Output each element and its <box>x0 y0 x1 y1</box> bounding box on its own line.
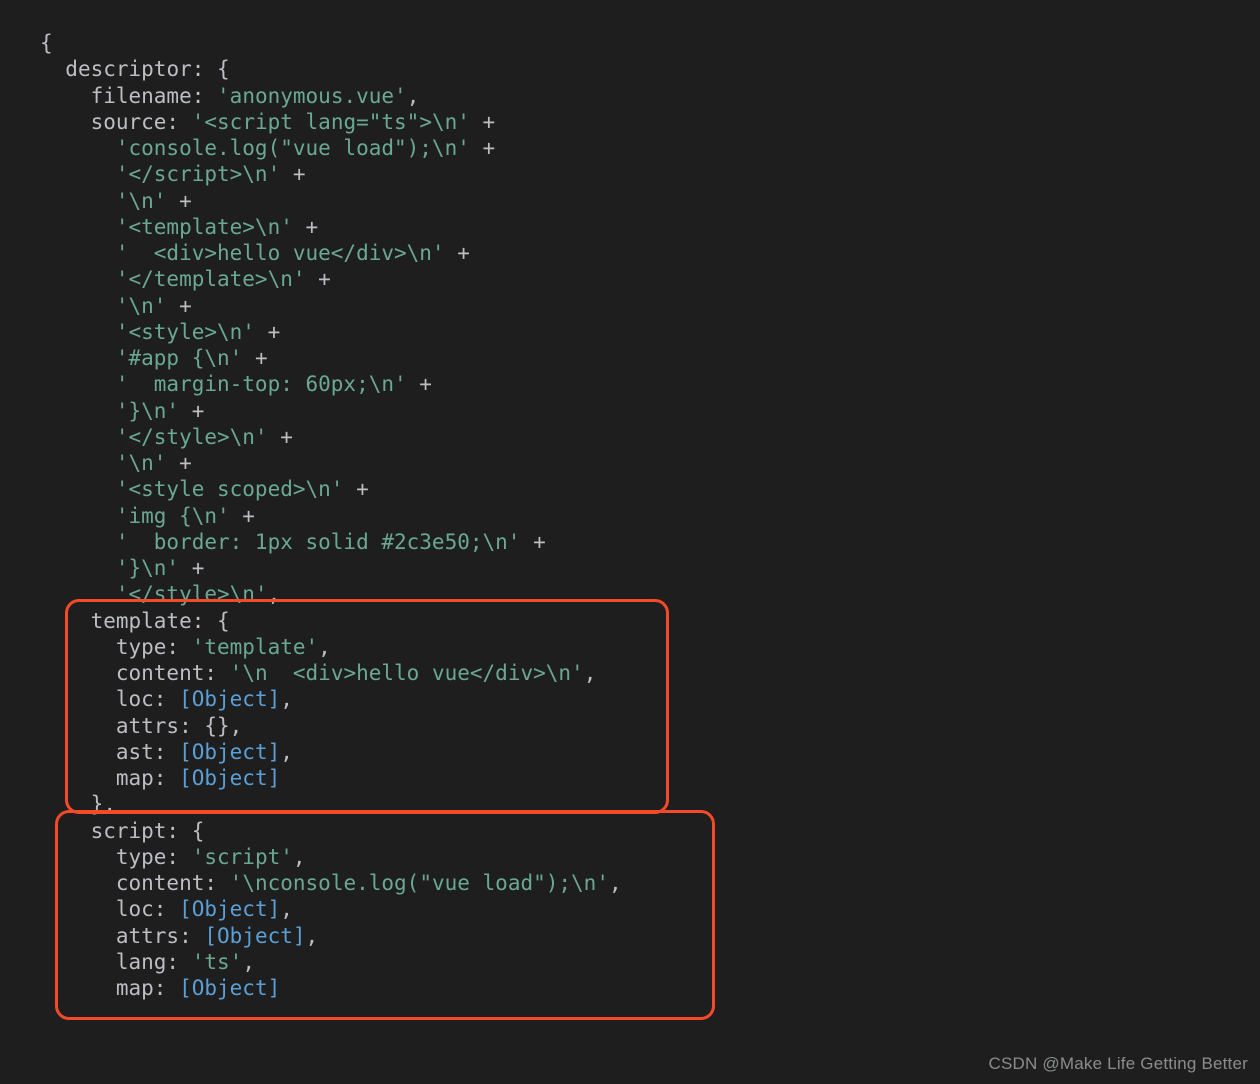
comma: , <box>280 897 293 921</box>
comma: , <box>584 661 597 685</box>
filename-key: filename: <box>91 84 205 108</box>
script-loc-key: loc: <box>116 897 167 921</box>
filename-value: 'anonymous.vue' <box>217 84 407 108</box>
template-loc-key: loc: <box>116 687 167 711</box>
template-map-key: map: <box>116 766 167 790</box>
plus: + <box>242 346 267 370</box>
plus: + <box>166 451 191 475</box>
source-line: '</script>\n' <box>116 162 280 186</box>
template-ast-key: ast: <box>116 740 167 764</box>
source-line: ' border: 1px solid #2c3e50;\n' <box>116 530 521 554</box>
script-type-key: type: <box>116 845 179 869</box>
source-line: '</template>\n' <box>116 267 306 291</box>
source-line: '<style>\n' <box>116 320 255 344</box>
comma: , <box>318 635 331 659</box>
source-line: '<template>\n' <box>116 215 293 239</box>
comma: , <box>293 845 306 869</box>
script-type-value: 'script' <box>192 845 293 869</box>
descriptor-key: descriptor: { <box>65 57 229 81</box>
comma: , <box>268 582 281 606</box>
comma: , <box>242 950 255 974</box>
plus: + <box>293 215 318 239</box>
template-loc-value: [Object] <box>179 687 280 711</box>
plus: + <box>179 556 204 580</box>
template-content-value: '\n <div>hello vue</div>\n' <box>230 661 584 685</box>
script-lang-value: 'ts' <box>192 950 243 974</box>
source-line: '</style>\n' <box>116 582 268 606</box>
plus: + <box>470 136 495 160</box>
script-loc-value: [Object] <box>179 897 280 921</box>
source-line: '\n' <box>116 451 167 475</box>
template-content-key: content: <box>116 661 217 685</box>
watermark-text: CSDN @Make Life Getting Better <box>989 1053 1248 1074</box>
template-close: }, <box>91 792 116 816</box>
plus: + <box>166 294 191 318</box>
comma: , <box>407 84 420 108</box>
plus: + <box>407 372 432 396</box>
source-line: 'img {\n' <box>116 504 230 528</box>
script-attrs-key: attrs: <box>116 924 192 948</box>
source-line: '\n' <box>116 294 167 318</box>
script-key: script: { <box>91 819 205 843</box>
comma: , <box>280 740 293 764</box>
script-content-key: content: <box>116 871 217 895</box>
source-line: '#app {\n' <box>116 346 242 370</box>
script-map-key: map: <box>116 976 167 1000</box>
plus: + <box>166 189 191 213</box>
plus: + <box>470 110 495 134</box>
template-type-key: type: <box>116 635 179 659</box>
plus: + <box>306 267 331 291</box>
plus: + <box>268 425 293 449</box>
source-line: ' <div>hello vue</div>\n' <box>116 241 445 265</box>
source-line: '\n' <box>116 189 167 213</box>
script-lang-key: lang: <box>116 950 179 974</box>
comma: , <box>280 687 293 711</box>
plus: + <box>343 477 368 501</box>
source-line: '<style scoped>\n' <box>116 477 344 501</box>
template-type-value: 'template' <box>192 635 318 659</box>
comma: , <box>609 871 622 895</box>
source-line: ' margin-top: 60px;\n' <box>116 372 407 396</box>
template-map-value: [Object] <box>179 766 280 790</box>
source-line: 'console.log("vue load");\n' <box>116 136 470 160</box>
source-line: '<script lang="ts">\n' <box>192 110 470 134</box>
plus: + <box>179 399 204 423</box>
source-line: '}\n' <box>116 399 179 423</box>
plus: + <box>520 530 545 554</box>
plus: + <box>280 162 305 186</box>
template-ast-value: [Object] <box>179 740 280 764</box>
plus: + <box>445 241 470 265</box>
plus: + <box>255 320 280 344</box>
source-line: '}\n' <box>116 556 179 580</box>
script-content-value: '\nconsole.log("vue load");\n' <box>230 871 609 895</box>
plus: + <box>230 504 255 528</box>
code-block: { descriptor: { filename: 'anonymous.vue… <box>0 0 1260 1001</box>
comma: , <box>306 924 319 948</box>
source-line: '</style>\n' <box>116 425 268 449</box>
template-attrs: attrs: {} <box>116 714 230 738</box>
comma: , <box>230 714 243 738</box>
template-key: template: { <box>91 609 230 633</box>
script-attrs-value: [Object] <box>204 924 305 948</box>
script-map-value: [Object] <box>179 976 280 1000</box>
brace-open: { <box>40 31 53 55</box>
source-key: source: <box>91 110 180 134</box>
